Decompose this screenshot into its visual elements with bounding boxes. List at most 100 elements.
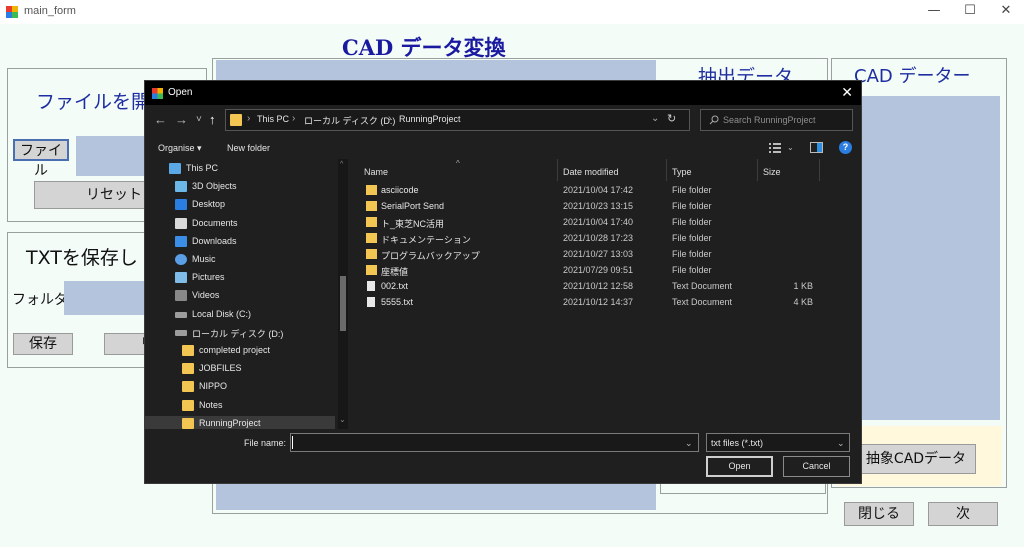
- file-row[interactable]: 002.txt 2021/10/12 12:58 Text Document 1 KB: [350, 279, 861, 295]
- cancel-button[interactable]: Cancel: [783, 456, 850, 477]
- cube-icon: [175, 181, 187, 193]
- address-separator-icon: ›: [292, 113, 296, 124]
- minimize-button[interactable]: —: [916, 0, 952, 24]
- dialog-close-icon[interactable]: ✕: [841, 84, 853, 101]
- file-type-select[interactable]: txt files (*.txt) ⌄: [706, 433, 850, 452]
- folder-icon: [366, 217, 377, 227]
- back-arrow-icon[interactable]: ←: [154, 112, 167, 127]
- search-icon: [709, 115, 719, 125]
- app-icon: [152, 88, 163, 99]
- up-arrow-icon[interactable]: ↑: [209, 112, 216, 127]
- file-date-cell: 2021/07/29 09:51: [563, 265, 634, 275]
- nav-item[interactable]: This PC: [169, 161, 335, 178]
- organise-menu[interactable]: Organise ▾: [158, 143, 202, 154]
- column-divider[interactable]: [557, 159, 558, 181]
- next-button[interactable]: 次: [928, 502, 998, 526]
- nav-item[interactable]: Videos: [175, 288, 335, 305]
- view-options-icon[interactable]: [769, 142, 781, 153]
- nav-item[interactable]: NIPPO: [182, 379, 335, 396]
- window-title: main_form: [24, 5, 76, 17]
- file-name-cell: ト_東芝NC活用: [381, 219, 445, 229]
- column-divider[interactable]: [666, 159, 667, 181]
- recent-locations-icon[interactable]: ˅: [196, 114, 202, 125]
- cad-data-list: [838, 96, 1000, 420]
- nav-item[interactable]: Music: [175, 252, 335, 269]
- save-button[interactable]: 保存: [13, 333, 73, 355]
- refresh-icon[interactable]: ↻: [667, 112, 676, 125]
- close-form-button[interactable]: 閉じる: [844, 502, 914, 526]
- file-row[interactable]: 5555.txt 2021/10/12 14:37 Text Document 4 K…: [350, 295, 861, 311]
- nav-item[interactable]: JOBFILES: [182, 361, 335, 378]
- scroll-down-icon[interactable]: ⌄: [339, 415, 346, 424]
- file-row[interactable]: ト_東芝NC活用 2021/10/04 17:40 File folder: [350, 215, 861, 231]
- video-icon: [175, 290, 187, 302]
- nav-item[interactable]: Local Disk (C:): [175, 307, 335, 324]
- nav-scrollbar[interactable]: ^ ⌄: [338, 159, 348, 429]
- nav-item[interactable]: RunningProject: [145, 415, 335, 429]
- nav-item[interactable]: Pictures: [175, 270, 335, 287]
- address-bar[interactable]: › This PC › ローカル ディスク (D:) › RunningProj…: [225, 109, 690, 131]
- breadcrumb-this-pc[interactable]: This PC: [257, 114, 289, 124]
- sort-ascending-icon: ^: [456, 159, 460, 168]
- file-row[interactable]: 座標値 2021/07/29 09:51 File folder: [350, 263, 861, 279]
- nav-item-label: Pictures: [192, 272, 225, 283]
- file-name-cell: プログラムバックアップ: [381, 251, 480, 261]
- nav-scroll-thumb[interactable]: [340, 276, 346, 331]
- open-button[interactable]: Open: [706, 456, 773, 477]
- file-type-cell: File folder: [672, 249, 712, 259]
- column-divider[interactable]: [819, 159, 820, 181]
- breadcrumb-drive-d[interactable]: ローカル ディスク (D:): [304, 114, 395, 127]
- folder-icon: [182, 381, 194, 393]
- file-button[interactable]: ファイル: [13, 139, 69, 179]
- chevron-down-icon[interactable]: ⌄: [837, 438, 845, 449]
- nav-item-label: Desktop: [192, 199, 226, 210]
- new-folder-button[interactable]: New folder: [227, 143, 270, 153]
- column-divider[interactable]: [757, 159, 758, 181]
- nav-item[interactable]: 3D Objects: [175, 179, 335, 196]
- open-file-title: ファイルを開: [36, 91, 151, 113]
- extract-cad-button[interactable]: 抽象CADデータ: [856, 444, 976, 474]
- file-type-value: txt files (*.txt): [711, 438, 764, 448]
- column-header-name[interactable]: Name: [364, 167, 388, 177]
- nav-item[interactable]: Downloads: [175, 234, 335, 251]
- nav-item[interactable]: Desktop: [175, 197, 335, 214]
- file-name-cell: SerialPort Send: [381, 201, 445, 211]
- file-type-cell: Text Document: [672, 281, 733, 291]
- window-close-button[interactable]: ✕: [988, 0, 1024, 24]
- chevron-down-icon[interactable]: ⌄: [651, 113, 659, 124]
- nav-item[interactable]: Documents: [175, 216, 335, 233]
- file-row[interactable]: asciicode 2021/10/04 17:42 File folder: [350, 183, 861, 199]
- nav-item[interactable]: Notes: [182, 398, 335, 415]
- column-header-type[interactable]: Type: [672, 167, 692, 177]
- folder-icon: [182, 399, 194, 411]
- file-date-cell: 2021/10/12 12:58: [563, 281, 634, 291]
- file-list: Name ^ Date modified Type Size asciicode…: [350, 159, 861, 429]
- column-header-size[interactable]: Size: [763, 167, 781, 177]
- search-box[interactable]: [700, 109, 853, 131]
- nav-item-label: Notes: [199, 399, 223, 410]
- main-titlebar: main_form — ☐ ✕: [0, 0, 1024, 24]
- file-name-input[interactable]: ⌄: [290, 433, 699, 452]
- file-row[interactable]: ドキュメンテーション 2021/10/28 17:23 File folder: [350, 231, 861, 247]
- search-input[interactable]: [723, 113, 849, 127]
- nav-item-label: Music: [192, 254, 216, 264]
- nav-item[interactable]: ローカル ディスク (D:): [175, 325, 335, 342]
- folder-icon: [182, 363, 194, 375]
- maximize-button[interactable]: ☐: [952, 0, 988, 24]
- nav-item-label: This PC: [186, 163, 219, 173]
- view-dropdown-icon[interactable]: ⌄: [787, 143, 794, 152]
- forward-arrow-icon[interactable]: →: [175, 112, 188, 127]
- column-header-date[interactable]: Date modified: [563, 167, 619, 177]
- preview-pane-icon[interactable]: [810, 142, 823, 153]
- file-row[interactable]: プログラムバックアップ 2021/10/27 13:03 File folder: [350, 247, 861, 263]
- scroll-up-icon[interactable]: ^: [340, 161, 343, 168]
- nav-item-label: completed project: [199, 345, 271, 355]
- download-icon: [175, 235, 187, 247]
- folder-icon: [366, 201, 377, 211]
- file-row[interactable]: SerialPort Send 2021/10/23 13:15 File fold…: [350, 199, 861, 215]
- nav-item[interactable]: completed project: [182, 343, 335, 360]
- chevron-down-icon[interactable]: ⌄: [685, 438, 693, 449]
- breadcrumb-running-project[interactable]: RunningProject: [399, 114, 461, 124]
- save-txt-title: TXTを保存し: [26, 247, 138, 269]
- help-icon[interactable]: ?: [839, 141, 852, 154]
